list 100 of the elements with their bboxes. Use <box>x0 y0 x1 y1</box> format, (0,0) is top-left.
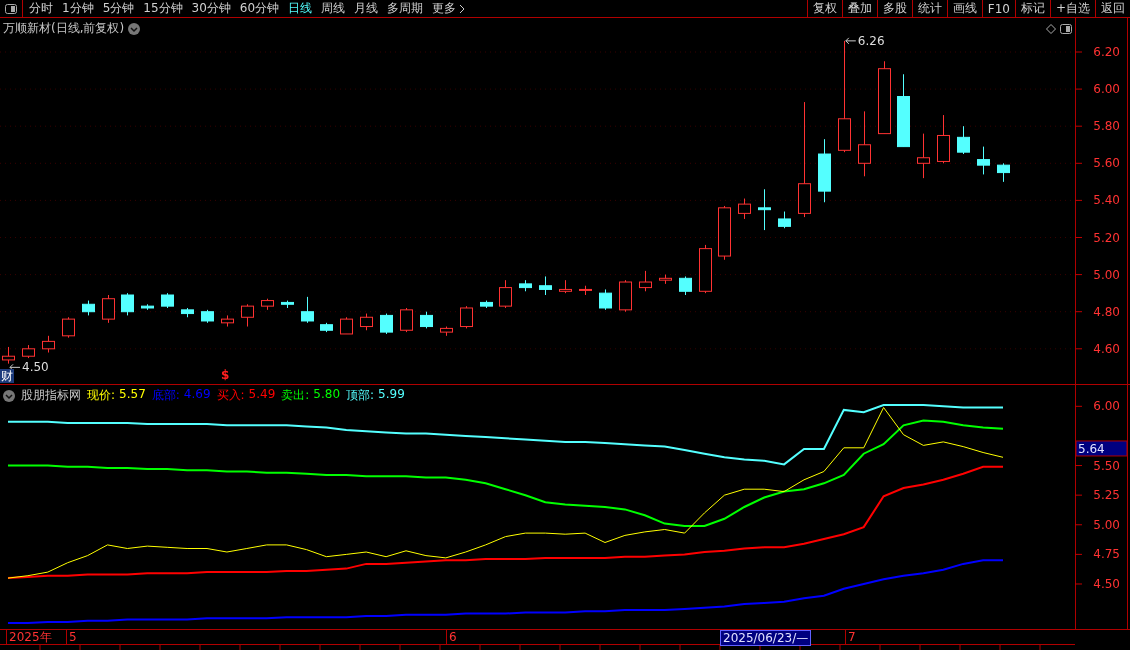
candlestick <box>738 198 751 220</box>
candlestick <box>579 285 592 296</box>
candlestick <box>82 300 95 316</box>
panel-toggle-icon[interactable] <box>1060 23 1072 34</box>
candlestick <box>460 305 473 329</box>
legend-value: 5.80 <box>313 387 341 403</box>
indicator-axis-label: 4.75 <box>1093 547 1120 562</box>
legend-label: 买入: <box>216 387 245 404</box>
chevron-icon <box>459 3 466 14</box>
candlestick <box>559 279 572 294</box>
candlestick <box>340 316 353 335</box>
toolbar-button[interactable]: 画线 <box>946 0 982 17</box>
period-tab[interactable]: 15分钟 <box>143 0 183 17</box>
period-tab[interactable]: 5分钟 <box>102 0 135 17</box>
price-axis-label: 6.20 <box>1093 45 1120 59</box>
date-label: 2025年 <box>6 630 52 644</box>
period-tab[interactable]: 分时 <box>29 0 53 17</box>
candlestick <box>102 294 115 324</box>
dropdown-icon[interactable] <box>3 389 15 402</box>
indicator-axis-label: 5.50 <box>1093 458 1120 473</box>
price-axis-label: 5.20 <box>1093 230 1120 245</box>
candlestick <box>62 316 75 339</box>
candlestick <box>977 146 990 175</box>
candlestick <box>161 292 174 309</box>
toolbar-button[interactable]: 返回 <box>1095 0 1130 17</box>
period-tab[interactable]: 60分钟 <box>239 0 280 17</box>
legend-value: 5.49 <box>248 387 276 403</box>
candlestick <box>221 314 234 328</box>
legend-value: 4.69 <box>183 387 211 403</box>
legend-label: 现价: <box>87 387 116 404</box>
cursor-price: 5.64 <box>1078 441 1105 456</box>
candlestick <box>599 288 612 311</box>
candlestick <box>360 313 373 331</box>
period-tab[interactable]: 1分钟 <box>62 0 94 17</box>
indicator-axis-label: 4.50 <box>1093 577 1120 591</box>
toolbar-button[interactable]: 标记 <box>1014 0 1050 17</box>
candlestick <box>539 275 552 296</box>
toolbar-button[interactable]: +自选 <box>1049 0 1095 17</box>
price-axis-label: 5.00 <box>1093 267 1120 282</box>
legend-label: 底部: <box>151 387 180 404</box>
candlestick <box>639 270 652 292</box>
candlestick <box>818 138 831 203</box>
candlestick <box>281 300 294 309</box>
candlestick <box>241 303 254 328</box>
candlestick <box>201 309 214 324</box>
candlestick <box>659 274 672 285</box>
candlestick <box>699 244 712 294</box>
period-tab[interactable]: 月线 <box>354 0 379 17</box>
low-price-arrow <box>9 363 21 371</box>
panel-toggle-icon[interactable] <box>5 3 17 14</box>
candlestick <box>778 211 791 229</box>
period-tab[interactable]: 周线 <box>321 0 346 17</box>
candlestick <box>181 307 194 318</box>
period-tab[interactable]: 多周期 <box>387 0 424 17</box>
toolbar-button[interactable]: 叠加 <box>841 0 877 17</box>
candlestick <box>718 205 731 261</box>
toolbar-button[interactable]: F10 <box>981 0 1015 17</box>
candlestick <box>121 292 134 316</box>
period-tab[interactable]: 日线 <box>288 0 313 17</box>
toolbar-button[interactable]: 多股 <box>876 0 912 17</box>
candlestick <box>141 303 154 311</box>
low-price-label: 4.50 <box>22 360 49 375</box>
indicator-axis-label: 6.00 <box>1093 399 1120 414</box>
price-axis-label: 5.40 <box>1093 193 1120 208</box>
candlestick <box>420 311 433 329</box>
candlestick <box>917 133 930 179</box>
diamond-icon[interactable] <box>1046 23 1056 34</box>
candlestick <box>320 322 333 333</box>
candlestick <box>619 279 632 313</box>
more-menu[interactable]: 更多 <box>432 0 466 17</box>
legend-value: 5.99 <box>378 387 405 403</box>
candlestick <box>440 326 453 337</box>
date-label: 6 <box>446 630 457 644</box>
candlestick <box>2 346 15 365</box>
high-price-label: 6.26 <box>857 33 885 48</box>
candlestick <box>519 279 532 292</box>
price-axis-label: 6.00 <box>1093 82 1120 97</box>
candlestick <box>858 110 871 177</box>
finance-marker[interactable]: 财 <box>0 369 14 383</box>
high-price-arrow <box>845 37 857 45</box>
toolbar-button[interactable]: 复权 <box>806 0 842 17</box>
candlestick <box>679 275 692 296</box>
dropdown-icon[interactable] <box>128 22 141 35</box>
candlestick <box>42 335 55 353</box>
candlestick <box>380 313 393 335</box>
price-axis-label: 5.60 <box>1093 156 1120 171</box>
period-tab[interactable]: 30分钟 <box>191 0 231 17</box>
price-axis-label: 4.60 <box>1093 341 1120 356</box>
indicator-name: 股朋指标网 <box>21 387 81 404</box>
candlestick <box>758 188 771 231</box>
toolbar-button[interactable]: 统计 <box>911 0 947 17</box>
date-label: 7 <box>845 630 856 644</box>
cursor-date: 2025/06/23/— <box>720 630 812 646</box>
legend-value: 5.57 <box>119 387 146 403</box>
candlestick <box>301 296 314 324</box>
signal-marker: $ <box>221 368 230 382</box>
candlestick <box>261 298 274 311</box>
candlestick <box>957 125 970 155</box>
price-axis-label: 4.80 <box>1093 304 1120 319</box>
candlestick <box>400 307 413 333</box>
